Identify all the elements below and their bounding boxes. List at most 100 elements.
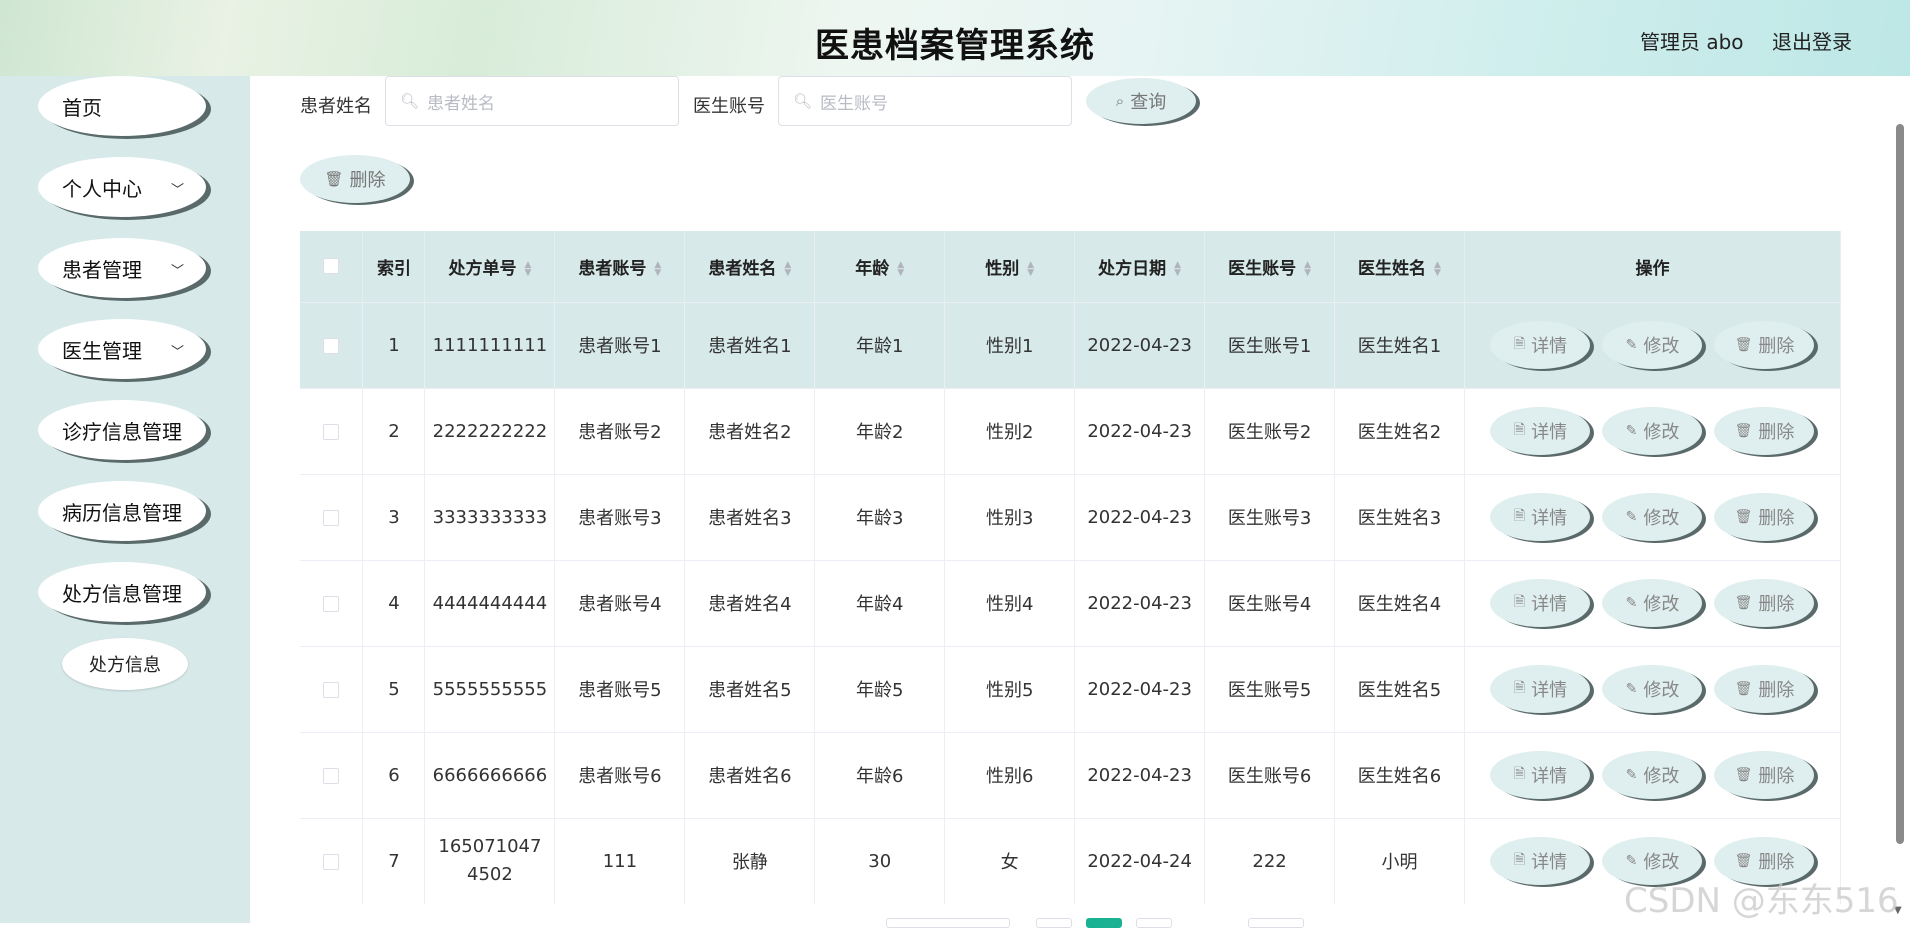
sort-icon[interactable]: ▲ ▼: [654, 260, 661, 277]
table-cell-date: 2022-04-23: [1074, 731, 1206, 818]
column-header-sortable[interactable]: 患者姓名 ▲ ▼: [684, 231, 816, 302]
column-header-sortable[interactable]: 性别 ▲ ▼: [944, 231, 1076, 302]
detail-button[interactable]: 🗎︎ 详情: [1490, 407, 1591, 455]
table-cell-date: 2022-04-23: [1074, 473, 1206, 560]
row-checkbox[interactable]: [323, 423, 340, 440]
table-row[interactable]: 3 3333333333 患者账号3 患者姓名3 年龄3 性别3 2022-04-23 医生账…: [300, 473, 1842, 560]
delete-button[interactable]: 🗑︎ 删除: [1714, 665, 1815, 713]
sort-icon[interactable]: ▲ ▼: [1174, 260, 1181, 277]
edit-button[interactable]: ✎ 修改: [1602, 407, 1703, 455]
delete-button-label: 删除: [1758, 508, 1795, 529]
doctor-account-input[interactable]: 🔍︎ 医生账号: [778, 76, 1072, 126]
column-header-sortable[interactable]: 年龄 ▲ ▼: [814, 231, 946, 302]
detail-button[interactable]: 🗎︎ 详情: [1490, 665, 1591, 713]
row-select-cell[interactable]: [300, 817, 364, 904]
column-header-sortable[interactable]: 处方单号 ▲ ▼: [424, 231, 556, 302]
table-cell-age: 年龄1: [814, 301, 946, 388]
row-checkbox[interactable]: [323, 767, 340, 784]
vertical-scrollbar[interactable]: [1896, 124, 1904, 844]
edit-button[interactable]: ✎ 修改: [1602, 751, 1703, 799]
edit-button-label: 修改: [1643, 594, 1680, 615]
trash-icon: 🗑︎: [1734, 681, 1753, 697]
row-select-cell[interactable]: [300, 301, 364, 388]
sidebar-item-patient-management[interactable]: 患者管理 ﹀: [38, 238, 206, 298]
table-cell-index: 1: [362, 301, 426, 388]
table-row[interactable]: 6 6666666666 患者账号6 患者姓名6 年龄6 性别6 2022-04-23 医生账…: [300, 731, 1842, 818]
table-cell-patient-name: 患者姓名4: [684, 559, 816, 646]
sidebar-item-personal-center[interactable]: 个人中心 ﹀: [38, 157, 206, 217]
detail-button[interactable]: 🗎︎ 详情: [1490, 321, 1591, 369]
column-header-label: 患者姓名: [708, 258, 777, 279]
delete-button[interactable]: 🗑︎ 删除: [1714, 579, 1815, 627]
page-jump-input[interactable]: [1248, 918, 1304, 928]
document-icon: 🗎︎: [1513, 508, 1526, 524]
column-header-sortable[interactable]: 处方日期 ▲ ▼: [1074, 231, 1206, 302]
sort-icon[interactable]: ▲ ▼: [524, 260, 531, 277]
table-cell-no: 2222222222: [424, 387, 556, 474]
table-row[interactable]: 1 1111111111 患者账号1 患者姓名1 年龄1 性别1 2022-04-23 医生账…: [300, 301, 1842, 388]
row-actions: 🗎︎ 详情 ✎ 修改 🗑︎ 删除: [1465, 493, 1840, 541]
page-size-select[interactable]: [886, 918, 1010, 928]
column-header-sortable[interactable]: 医生姓名 ▲ ▼: [1334, 231, 1465, 302]
detail-button[interactable]: 🗎︎ 详情: [1490, 837, 1591, 886]
sidebar-subitem-prescription-info[interactable]: 处方信息: [62, 638, 188, 690]
logout-link[interactable]: 退出登录: [1772, 26, 1852, 55]
table-row[interactable]: 4 4444444444 患者账号4 患者姓名4 年龄4 性别4 2022-04-23 医生账…: [300, 559, 1842, 646]
delete-button[interactable]: 🗑︎ 删除: [1714, 493, 1815, 541]
select-all-checkbox[interactable]: [323, 258, 340, 275]
row-checkbox[interactable]: [323, 337, 340, 354]
detail-button-label: 详情: [1531, 852, 1568, 874]
delete-button[interactable]: 🗑︎ 删除: [1714, 407, 1815, 455]
batch-delete-button[interactable]: 🗑︎ 删除: [300, 155, 410, 203]
column-header-sortable[interactable]: 医生账号 ▲ ▼: [1204, 231, 1336, 302]
delete-button-label: 删除: [1758, 422, 1795, 443]
sort-icon[interactable]: ▲ ▼: [1304, 260, 1311, 277]
sort-icon[interactable]: ▲ ▼: [897, 260, 904, 277]
row-checkbox[interactable]: [323, 509, 340, 526]
row-select-cell[interactable]: [300, 387, 364, 474]
edit-button[interactable]: ✎ 修改: [1602, 665, 1703, 713]
delete-button[interactable]: 🗑︎ 删除: [1714, 321, 1815, 369]
row-checkbox[interactable]: [323, 595, 340, 612]
row-checkbox[interactable]: [323, 853, 340, 870]
row-select-cell[interactable]: [300, 559, 364, 646]
pencil-icon: ✎: [1625, 595, 1638, 611]
delete-button[interactable]: 🗑︎ 删除: [1714, 751, 1815, 799]
row-select-cell[interactable]: [300, 645, 364, 732]
table-row[interactable]: 5 5555555555 患者账号5 患者姓名5 年龄5 性别5 2022-04-23 医生账…: [300, 645, 1842, 732]
row-checkbox[interactable]: [323, 681, 340, 698]
detail-button[interactable]: 🗎︎ 详情: [1490, 579, 1591, 627]
row-select-cell[interactable]: [300, 473, 364, 560]
sort-icon[interactable]: ▲ ▼: [784, 260, 791, 277]
edit-button[interactable]: ✎ 修改: [1602, 493, 1703, 541]
prev-page-button[interactable]: [1036, 918, 1072, 928]
row-select-cell[interactable]: [300, 731, 364, 818]
sidebar-item-label: 医生管理: [62, 338, 142, 363]
sidebar-item-diagnosis-management[interactable]: 诊疗信息管理: [38, 400, 206, 460]
select-all-cell[interactable]: [300, 231, 364, 302]
column-header-sortable[interactable]: 患者账号 ▲ ▼: [554, 231, 686, 302]
table-cell-no: 3333333333: [424, 473, 556, 560]
table-row[interactable]: 2 2222222222 患者账号2 患者姓名2 年龄2 性别2 2022-04-23 医生账…: [300, 387, 1842, 474]
sidebar-item-medical-record-management[interactable]: 病历信息管理: [38, 481, 206, 541]
detail-button-label: 详情: [1531, 594, 1568, 615]
table-row[interactable]: 7 1650710474502 111 张静 30 女 2022-04-24 222 小明 🗎︎ 详…: [300, 817, 1842, 904]
detail-button-label: 详情: [1531, 766, 1568, 787]
query-button[interactable]: ⌕ 查询: [1086, 78, 1196, 124]
edit-button[interactable]: ✎ 修改: [1602, 579, 1703, 627]
edit-button[interactable]: ✎ 修改: [1602, 321, 1703, 369]
table-cell-gender: 性别3: [944, 473, 1076, 560]
sort-icon[interactable]: ▲ ▼: [1434, 260, 1441, 277]
current-page-button[interactable]: [1086, 918, 1122, 928]
detail-button[interactable]: 🗎︎ 详情: [1490, 751, 1591, 799]
patient-name-input[interactable]: 🔍︎ 患者姓名: [385, 76, 679, 126]
detail-button[interactable]: 🗎︎ 详情: [1490, 493, 1591, 541]
sidebar-item-prescription-management[interactable]: 处方信息管理: [38, 562, 206, 622]
sidebar-item-home[interactable]: 首页: [38, 76, 206, 136]
table-cell-doctor-name: 医生姓名1: [1334, 301, 1465, 388]
table-cell-patient-account: 患者账号6: [554, 731, 686, 818]
next-page-button[interactable]: [1136, 918, 1172, 928]
sidebar-item-doctor-management[interactable]: 医生管理 ﹀: [38, 319, 206, 379]
table-cell-patient-name: 患者姓名1: [684, 301, 816, 388]
sort-icon[interactable]: ▲ ▼: [1027, 260, 1034, 277]
